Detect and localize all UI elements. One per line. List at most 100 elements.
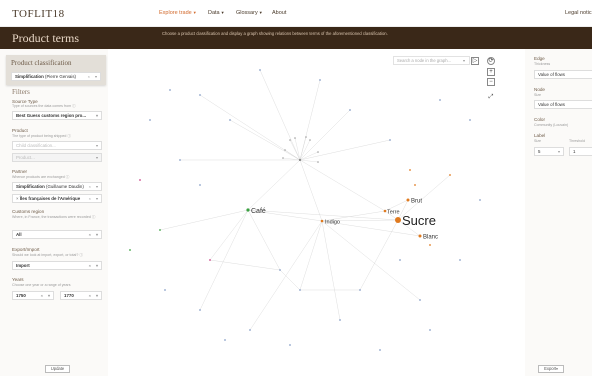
chevron-down-icon: ▾: [47, 293, 50, 298]
edge-thickness-select[interactable]: Value of flows: [534, 70, 592, 79]
clear-icon[interactable]: ×: [41, 292, 43, 299]
search-go-button[interactable]: ▷: [471, 57, 479, 65]
page-title: Product terms: [12, 31, 79, 45]
customs-region-value: All: [16, 232, 22, 237]
partner-classification-select[interactable]: Simplification (Guillaume Daudin) × ▾: [12, 182, 102, 191]
clear-icon[interactable]: ×: [89, 292, 91, 299]
node-label: Node: [534, 87, 545, 92]
info-icon[interactable]: ⓘ: [79, 253, 83, 257]
node-search-placeholder: Search a node in the graph...: [397, 58, 452, 63]
remove-tag-icon[interactable]: ×: [16, 196, 19, 201]
node-cafe[interactable]: [246, 208, 250, 212]
years-help: Choose one year or a range of years: [12, 283, 71, 287]
node-size-select[interactable]: Value of flows: [534, 100, 592, 109]
color-community-label: Community (Louvain): [534, 123, 569, 127]
classification-author: (Pierre Gervais): [43, 74, 76, 79]
child-classification-select[interactable]: Child classification... ▾: [12, 141, 102, 150]
refresh-icon: ⟳: [488, 58, 494, 64]
clear-icon[interactable]: ×: [89, 195, 91, 202]
classification-value: Simplification: [15, 74, 44, 79]
chevron-down-icon: ▾: [95, 263, 98, 268]
product-classification-select[interactable]: Simplification (Pierre Gervais) × ▾: [11, 72, 101, 81]
nav-glossary-label: Glossary: [236, 10, 258, 16]
nav-about[interactable]: About: [272, 10, 286, 16]
partner-help-text: Whence products are exchanged: [12, 175, 65, 179]
export-label: Export: [544, 366, 557, 371]
nav-explore-trade[interactable]: Explore trade▼: [159, 10, 197, 16]
label-size-label: Size: [534, 139, 541, 143]
info-icon[interactable]: ⓘ: [92, 215, 96, 219]
node-sucre[interactable]: [395, 217, 401, 223]
chevron-down-icon: ▼: [192, 10, 197, 15]
customs-region-label: Customs region: [12, 209, 45, 214]
info-icon[interactable]: ⓘ: [66, 175, 70, 179]
node-terre[interactable]: [383, 209, 387, 213]
nav-glossary[interactable]: Glossary▼: [236, 10, 263, 16]
edge-thickness-label: Thickness: [534, 62, 551, 66]
product-select[interactable]: Product... ▾: [12, 153, 102, 162]
product-placeholder: Product...: [16, 155, 35, 160]
chevron-down-icon: ▾: [95, 293, 98, 298]
chevron-down-icon: ▾: [94, 74, 97, 79]
partner-classification-author: (Guillaume Daudin): [44, 184, 84, 189]
filters-heading: Filters: [12, 88, 30, 96]
label-threshold-select[interactable]: 1: [569, 147, 592, 156]
node-search-select[interactable]: Search a node in the graph... ▾: [393, 56, 470, 65]
zoom-in-button[interactable]: +: [487, 68, 495, 76]
zoom-out-button[interactable]: −: [487, 78, 495, 86]
customs-region-help-text: Where, in France, the transactions were …: [12, 215, 91, 219]
top-navbar: TOFLIT18 Explore trade▼ Data▼ Glossary▼ …: [0, 0, 592, 27]
nav-data[interactable]: Data▼: [208, 10, 225, 16]
graph-settings-panel: [525, 49, 592, 376]
clear-icon[interactable]: ×: [89, 231, 91, 238]
label-size-select[interactable]: 5 ▾: [534, 147, 564, 156]
export-import-value: Import: [16, 263, 30, 268]
node-indigo[interactable]: [320, 219, 324, 223]
edge-label: Edge: [534, 56, 545, 61]
label-indigo: Indigo: [325, 220, 340, 226]
year-to-select[interactable]: 1770 × ▾: [60, 291, 102, 300]
source-type-help: Type of sources the data comes from ⓘ: [12, 104, 76, 109]
chevron-down-icon: ▾: [462, 58, 465, 63]
clear-icon[interactable]: ×: [89, 183, 91, 190]
info-icon[interactable]: ⓘ: [72, 104, 76, 108]
fullscreen-icon[interactable]: ⤢: [487, 94, 495, 102]
export-import-select[interactable]: Import × ▾: [12, 261, 102, 270]
color-label: Color: [534, 117, 545, 122]
label-sucre: Sucre: [402, 213, 436, 228]
clear-icon[interactable]: ×: [88, 73, 90, 80]
nav-data-label: Data: [208, 10, 220, 16]
export-import-label: Export/Import: [12, 247, 40, 252]
update-button[interactable]: Update: [45, 365, 70, 373]
export-import-help: Should we look at import, export, or tot…: [12, 253, 83, 258]
source-type-select[interactable]: Best Guess customs region pro... ▾: [12, 111, 102, 120]
logo[interactable]: TOFLIT18: [12, 8, 65, 20]
nav-legal-notice[interactable]: Legal notic: [565, 10, 592, 16]
partner-label: Partner: [12, 169, 28, 174]
customs-region-select[interactable]: All × ▾: [12, 230, 102, 239]
year-from-select[interactable]: 1750 × ▾: [12, 291, 54, 300]
partner-tag: Îles françaises de l'Amérique: [19, 196, 81, 201]
graph-hub: [282, 136, 319, 163]
partner-help: Whence products are exchanged ⓘ: [12, 175, 69, 180]
page-description: Choose a product classification and disp…: [162, 31, 388, 36]
chevron-down-icon: ▾: [95, 155, 98, 160]
years-label: Years: [12, 277, 24, 282]
partner-select[interactable]: × Îles françaises de l'Amérique × ▾: [12, 194, 102, 203]
label-size-value: 5: [538, 149, 541, 154]
year-from-value: 1750: [16, 293, 26, 298]
chevron-down-icon: ▼: [220, 10, 225, 15]
product-help-text: The type of product being shipped: [12, 134, 67, 138]
network-graph[interactable]: Café Indigo Terre Brut Sucre Blanc: [108, 49, 525, 376]
product-help: The type of product being shipped ⓘ: [12, 134, 71, 139]
node-blanc[interactable]: [418, 234, 422, 238]
label-blanc: Blanc: [423, 235, 438, 241]
chevron-down-icon: ▾: [95, 113, 98, 118]
chevron-down-icon: ▾: [95, 143, 98, 148]
clear-icon[interactable]: ×: [89, 262, 91, 269]
recenter-button[interactable]: ⟳: [487, 57, 495, 65]
node-brut[interactable]: [406, 198, 410, 202]
export-button[interactable]: Export▾: [538, 365, 564, 373]
info-icon[interactable]: ⓘ: [67, 134, 71, 138]
source-type-help-text: Type of sources the data comes from: [12, 104, 72, 108]
